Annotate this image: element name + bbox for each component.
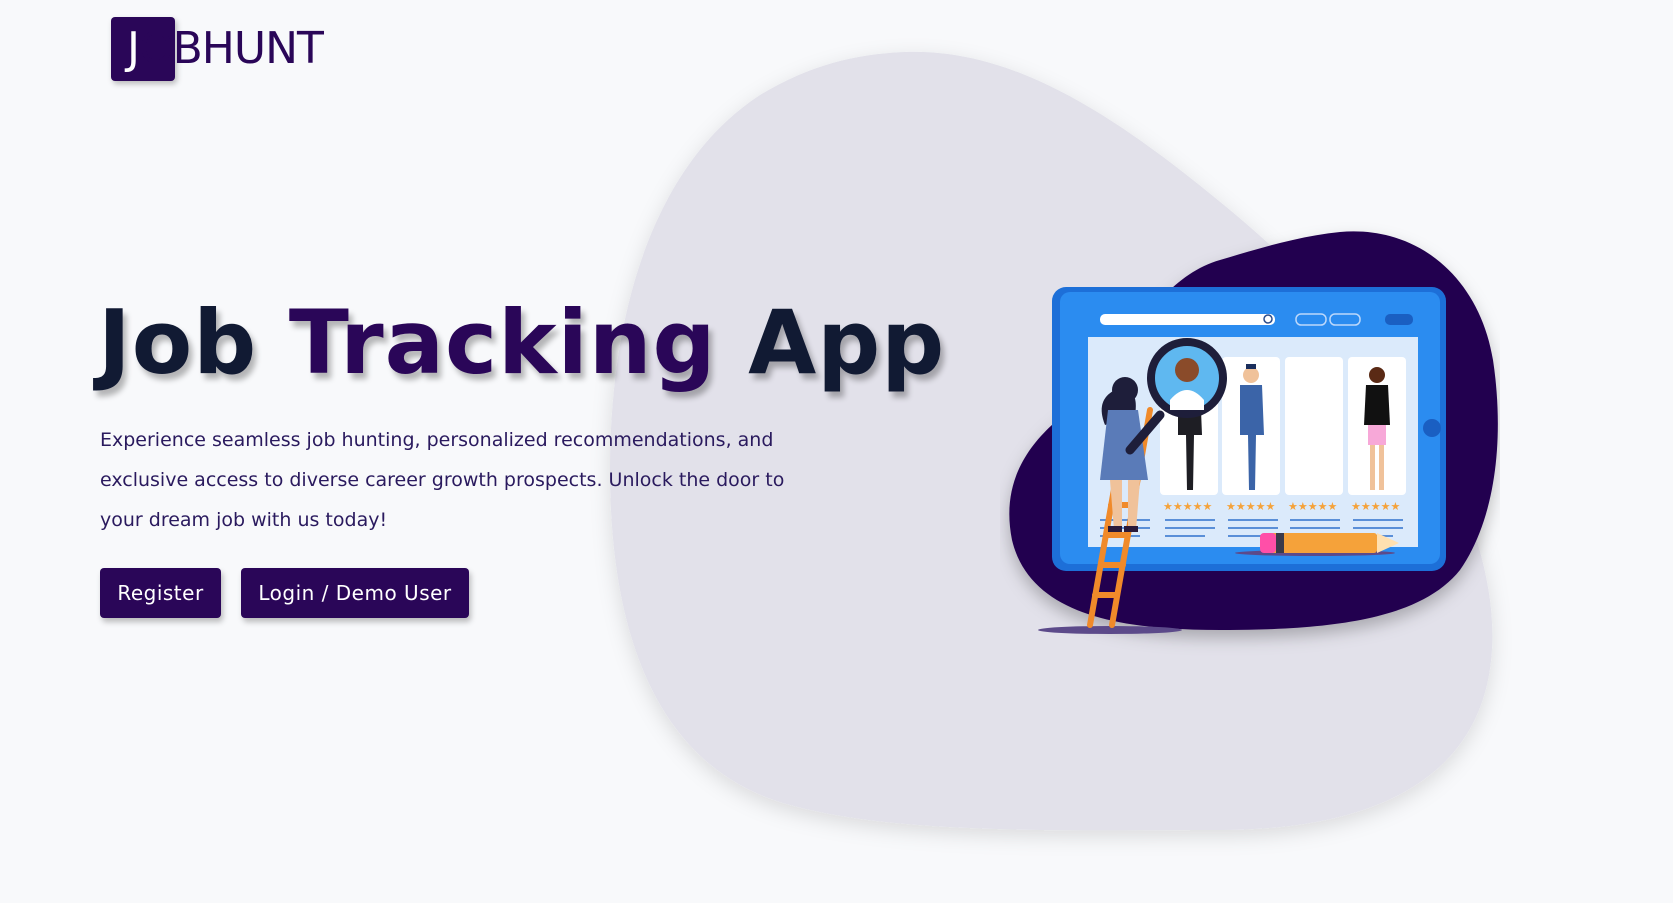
job-search-illustration-icon: ★★★★★ ★★★★★ ★★★★★ ★★★★★ xyxy=(1009,231,1498,634)
hero-title-word-2: Tracking xyxy=(288,291,717,394)
logo-o: O xyxy=(138,23,174,74)
hero-description: Experience seamless job hunting, persona… xyxy=(100,429,785,531)
svg-text:★★★★★: ★★★★★ xyxy=(1351,500,1400,513)
logo-rest: BHUNT xyxy=(172,23,324,74)
register-button[interactable]: Register xyxy=(100,568,221,618)
landing-page: JOBHUNT Job Tracking App Experience seam… xyxy=(0,0,1673,903)
svg-text:★★★★★: ★★★★★ xyxy=(1226,500,1275,513)
hero-title: Job Tracking App xyxy=(98,288,945,398)
hero-title-word-1: Job xyxy=(98,291,258,394)
brand-logo[interactable]: JOBHUNT xyxy=(111,17,324,81)
logo-text: JOBHUNT xyxy=(111,17,324,81)
hero-title-word-3: App xyxy=(748,291,946,394)
logo-initial: J xyxy=(127,23,140,74)
svg-text:★★★★★: ★★★★★ xyxy=(1163,500,1212,513)
login-demo-button[interactable]: Login / Demo User xyxy=(241,568,469,618)
svg-text:★★★★★: ★★★★★ xyxy=(1288,500,1337,513)
